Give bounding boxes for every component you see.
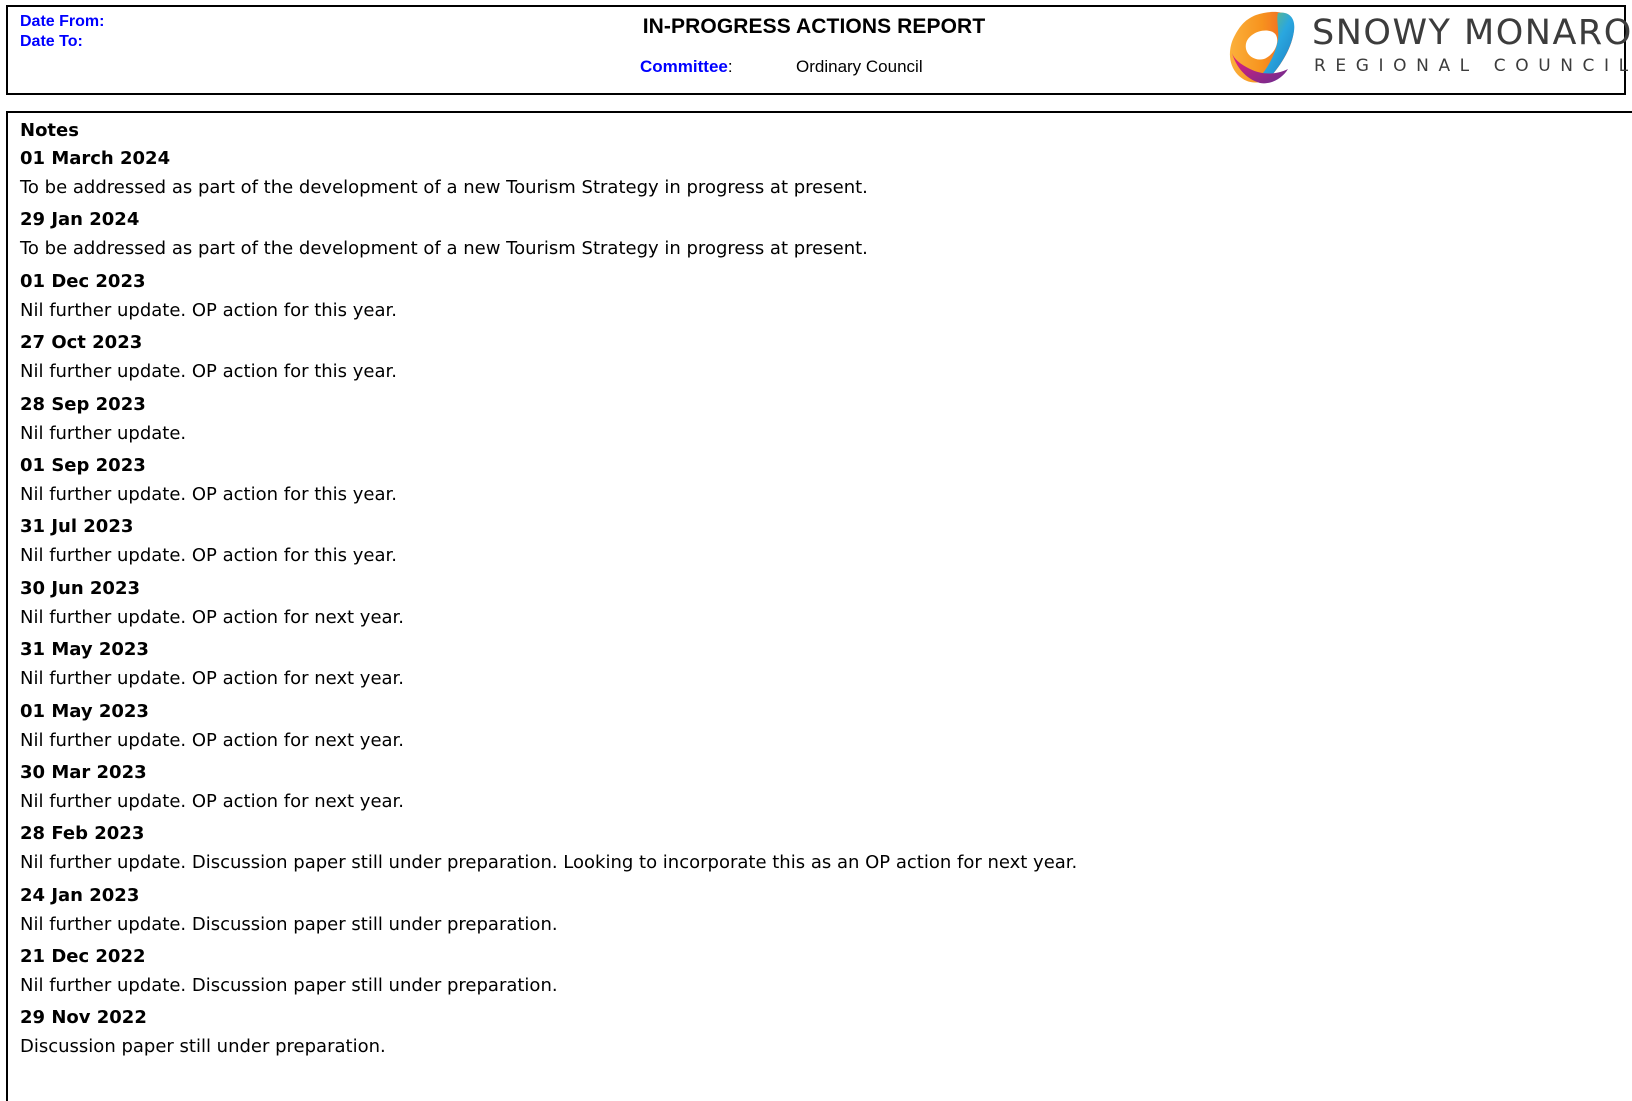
note-date: 28 Sep 2023 [20, 393, 146, 415]
note-date: 30 Jun 2023 [20, 577, 141, 599]
note-text: Nil further update. OP action for this y… [20, 483, 397, 505]
committee-field: Committee: Ordinary Council [640, 57, 923, 77]
note-entry: 01 Sep 2023 Nil further update. OP action… [20, 451, 1077, 512]
committee-label: Committee [640, 57, 728, 76]
note-entry: 28 Feb 2023 Nil further update. Discussio… [20, 819, 1077, 880]
note-date: 31 Jul 2023 [20, 516, 134, 538]
note-entry: 24 Jan 2023 Nil further update. Discussio… [20, 881, 1077, 942]
note-date: 28 Feb 2023 [20, 823, 145, 845]
report-header: Date From: Date To: IN-PROGRESS ACTIONS … [6, 5, 1631, 95]
note-text: Nil further update. OP action for next y… [20, 790, 405, 812]
note-entry: 30 Jun 2023 Nil further update. OP action… [20, 574, 1077, 635]
note-date: 30 Mar 2023 [20, 761, 147, 783]
note-entry: 01 May 2023 Nil further update. OP action… [20, 697, 1077, 758]
note-text: Nil further update. [20, 422, 187, 444]
note-text: Nil further update. OP action for this y… [20, 299, 397, 321]
note-entry: 01 Dec 2023 Nil further update. OP action… [20, 267, 1077, 328]
note-date: 24 Jan 2023 [20, 884, 140, 906]
note-entry: 01 March 2024 To be addressed as part of … [20, 144, 1077, 205]
note-text: Nil further update. Discussion paper sti… [20, 913, 558, 935]
note-text: Nil further update. OP action for next y… [20, 729, 405, 751]
notes-section: Notes 01 March 2024 To be addressed as pa… [6, 111, 1632, 1101]
committee-value: Ordinary Council [796, 57, 923, 76]
note-text: To be addressed as part of the developme… [20, 238, 868, 260]
notes-list: 01 March 2024 To be addressed as part of … [20, 144, 1077, 1065]
report-title-text: IN-PROGRESS ACTIONS REPORT [642, 15, 986, 38]
council-logo-mark-icon [1229, 11, 1295, 84]
note-date: 29 Nov 2022 [20, 1007, 147, 1029]
logo-subtitle: REGIONAL COUNCIL [1314, 56, 1632, 76]
note-text: To be addressed as part of the developme… [20, 177, 868, 198]
note-date: 29 Jan 2024 [20, 209, 140, 231]
notes-heading: Notes [20, 120, 79, 141]
note-text: Discussion paper still under preparation… [20, 1036, 386, 1058]
note-text: Nil further update. Discussion paper sti… [20, 852, 1078, 874]
note-entry: 29 Jan 2024 To be addressed as part of th… [20, 205, 1077, 266]
note-date: 21 Dec 2022 [20, 946, 146, 968]
note-text: Nil further update. OP action for next y… [20, 606, 405, 628]
note-entry: 21 Dec 2022 Nil further update. Discussio… [20, 942, 1077, 1003]
logo-name: SNOWY MONARO [1312, 13, 1632, 53]
note-entry: 28 Sep 2023 Nil further update. [20, 390, 1077, 451]
note-entry: 29 Nov 2022 Discussion paper still under … [20, 1003, 1077, 1064]
note-date: 01 Dec 2023 [20, 270, 146, 292]
note-entry: 31 May 2023 Nil further update. OP action… [20, 635, 1077, 696]
note-text: Nil further update. Discussion paper sti… [20, 975, 558, 997]
note-entry: 27 Oct 2023 Nil further update. OP action… [20, 328, 1077, 389]
note-entry: 31 Jul 2023 Nil further update. OP action… [20, 512, 1077, 573]
note-text: Nil further update. OP action for this y… [20, 361, 397, 383]
note-date: 31 May 2023 [20, 639, 149, 661]
note-date: 27 Oct 2023 [20, 332, 143, 354]
note-date: 01 May 2023 [20, 700, 149, 722]
note-date: 01 March 2024 [20, 148, 171, 169]
note-text: Nil further update. OP action for this y… [20, 545, 397, 567]
committee-colon: : [727, 57, 733, 76]
note-date: 01 Sep 2023 [20, 454, 146, 476]
note-entry: 30 Mar 2023 Nil further update. OP action… [20, 758, 1077, 819]
note-text: Nil further update. OP action for next y… [20, 668, 405, 690]
council-logo: SNOWY MONARO REGIONAL COUNCIL [1222, 7, 1631, 91]
